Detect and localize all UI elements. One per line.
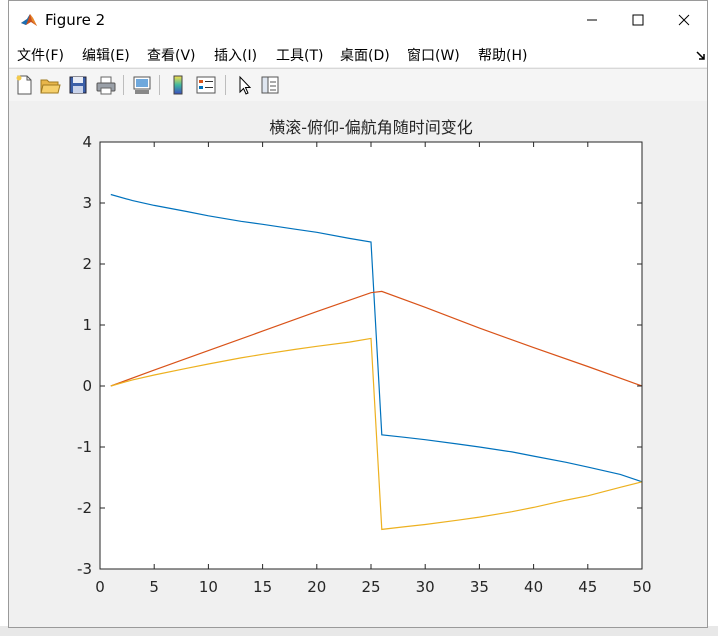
y-tick-label: -1 (77, 438, 92, 456)
maximize-icon (632, 14, 644, 26)
background-window-edge-right (708, 0, 718, 636)
plot-area[interactable]: 0 5 10 15 20 25 30 35 40 45 50 -3 -2 -1 0 1 2 3 4 横滚-俯仰-偏航… (9, 101, 707, 627)
legend-icon[interactable] (195, 74, 217, 96)
toolbar-separator (123, 75, 124, 95)
menu-edit[interactable]: 编辑(E) (82, 45, 130, 65)
x-tick-label: 40 (524, 578, 543, 596)
x-tick-label: 0 (95, 578, 105, 596)
window-title: Figure 2 (45, 11, 106, 29)
pointer-icon[interactable] (233, 74, 255, 96)
link-plot-icon[interactable] (131, 74, 153, 96)
menu-insert[interactable]: 插入(I) (214, 45, 257, 65)
menu-help[interactable]: 帮助(H) (478, 45, 527, 65)
x-tick-label: 30 (416, 578, 435, 596)
menu-view[interactable]: 查看(V) (147, 45, 196, 65)
toolbar-separator (225, 75, 226, 95)
figure-window: Figure 2 文件(F) 编辑(E) 查看(V) 插入(I) 工具(T) 桌… (8, 0, 708, 628)
print-icon[interactable] (95, 74, 117, 96)
colorbar-icon[interactable] (167, 74, 189, 96)
y-tick-label: 0 (82, 377, 92, 395)
property-editor-icon[interactable] (259, 74, 281, 96)
figure-canvas: 0 5 10 15 20 25 30 35 40 45 50 -3 -2 -1 0 1 2 3 4 横滚-俯仰-偏航… (9, 101, 707, 627)
save-icon[interactable] (67, 74, 89, 96)
minimize-button[interactable] (569, 1, 615, 39)
x-tick-label: 45 (578, 578, 597, 596)
title-bar[interactable]: Figure 2 (9, 1, 707, 39)
chart-title: 横滚-俯仰-偏航角随时间变化 (269, 118, 473, 137)
y-tick-label: 2 (82, 255, 92, 273)
y-tick-label: 3 (82, 194, 92, 212)
matlab-logo-icon (19, 10, 39, 30)
menu-window[interactable]: 窗口(W) (407, 45, 460, 65)
x-tick-label: 5 (149, 578, 159, 596)
menu-tools[interactable]: 工具(T) (276, 45, 323, 65)
figure-toolbar (9, 68, 707, 102)
x-tick-label: 10 (199, 578, 218, 596)
y-tick-label: -2 (77, 499, 92, 517)
menu-file[interactable]: 文件(F) (17, 45, 64, 65)
maximize-button[interactable] (615, 1, 661, 39)
y-tick-label: -3 (77, 560, 92, 578)
open-file-icon[interactable] (39, 74, 61, 96)
x-tick-label: 35 (470, 578, 489, 596)
x-tick-label: 50 (632, 578, 651, 596)
close-icon (678, 14, 690, 26)
x-tick-label: 15 (253, 578, 272, 596)
x-tick-label: 20 (307, 578, 326, 596)
close-button[interactable] (661, 1, 707, 39)
minimize-icon (587, 19, 597, 21)
dock-arrow-icon[interactable] (695, 47, 707, 60)
toolbar-separator (159, 75, 160, 95)
menu-desktop[interactable]: 桌面(D) (340, 45, 390, 65)
x-tick-label: 25 (361, 578, 380, 596)
axes-background (100, 142, 642, 569)
y-tick-label: 4 (82, 133, 92, 151)
new-figure-icon[interactable] (13, 74, 35, 96)
menu-bar: 文件(F) 编辑(E) 查看(V) 插入(I) 工具(T) 桌面(D) 窗口(W… (9, 39, 707, 67)
y-tick-label: 1 (82, 316, 92, 334)
